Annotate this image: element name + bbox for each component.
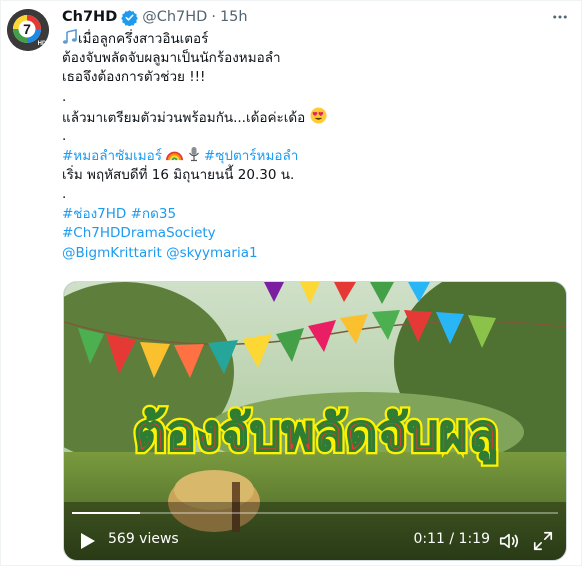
hashtag-superstar-mor-lam[interactable]: #ซุปตาร์หมอลำ: [204, 148, 298, 164]
video-controls: 569 views 0:11 / 1:19: [64, 504, 566, 560]
tweet-line-9: .: [62, 186, 67, 202]
mention-bigmkrittarit[interactable]: @BigmKrittarit: [62, 245, 162, 261]
tweet-header: Ch7HD @Ch7HD · 15h: [62, 7, 248, 27]
tweet-timestamp[interactable]: 15h: [220, 9, 248, 25]
tweet-line-11: #Ch7HDDramaSociety: [62, 224, 562, 244]
hashtag-ch7hd-drama-society[interactable]: #Ch7HDDramaSociety: [62, 225, 216, 241]
separator-dot: ·: [211, 9, 216, 25]
tweet-text: เมื่อลูกครึ่งสาวอินเตอร์ ต้องจับพลัดจับผ…: [62, 29, 562, 263]
fullscreen-icon[interactable]: [532, 530, 554, 552]
avatar-logo-hd: HD: [38, 41, 47, 47]
tweet-line-2: ต้องจับพลัดจับผลูมาเป็นนักร้องหมอลำ: [62, 49, 281, 66]
tweet-line-7: #หมอลำซัมเมอร์ #ซุปตาร์หมอลำ: [62, 146, 562, 166]
play-icon[interactable]: [76, 530, 98, 552]
video-view-count: 569 views: [108, 531, 179, 547]
video-title-overlay-outline: ต้องจับพลัดจับผลู: [134, 404, 499, 464]
avatar-logo-7: 7: [23, 21, 31, 37]
tweet-line-8: เริ่ม พฤหัสบดีที่ 16 มิถุนายนนี้ 20.30 น…: [62, 166, 295, 183]
heart-eyes-emoji: [310, 107, 327, 131]
more-horizontal-icon[interactable]: [548, 5, 572, 29]
tweet-line-10: #ช่อง7HD #กด35: [62, 205, 562, 225]
hashtag-mor-lam-summer[interactable]: #หมอลำซัมเมอร์: [62, 148, 162, 164]
volume-icon[interactable]: [498, 530, 520, 552]
author-name[interactable]: Ch7HD: [62, 9, 117, 25]
tweet-line-1: เมื่อลูกครึ่งสาวอินเตอร์: [62, 29, 562, 49]
avatar[interactable]: 7 HD: [7, 9, 49, 51]
mention-skyymaria1[interactable]: @skyymaria1: [166, 245, 257, 261]
tweet-line-4: .: [62, 88, 67, 105]
tweet-line-12: @BigmKrittarit @skyymaria1: [62, 244, 562, 264]
video-player[interactable]: ต้องจับพลัดจับผลู ต้องจับพลัดจับผลู 569 …: [63, 281, 567, 561]
hashtag-ch7hd[interactable]: #ช่อง7HD: [62, 206, 126, 222]
tweet-line-5: แล้วมาเตรียมตัวม่วนพร้อมกัน...เด้อค่ะเด้…: [62, 107, 562, 127]
video-progress-fill: [72, 512, 141, 514]
video-progress-bar[interactable]: [72, 512, 558, 514]
video-time-code: 0:11 / 1:19: [413, 531, 491, 547]
author-handle[interactable]: @Ch7HD: [142, 9, 207, 25]
hashtag-press35[interactable]: #กด35: [131, 206, 176, 222]
tweet-card[interactable]: 7 HD Ch7HD @Ch7HD · 15h เมื่อลูกครึ่งสาว…: [0, 0, 582, 566]
verified-badge-icon: [121, 9, 139, 27]
tweet-line-3: เธอจึงต้องการตัวช่วย !!!: [62, 69, 206, 85]
